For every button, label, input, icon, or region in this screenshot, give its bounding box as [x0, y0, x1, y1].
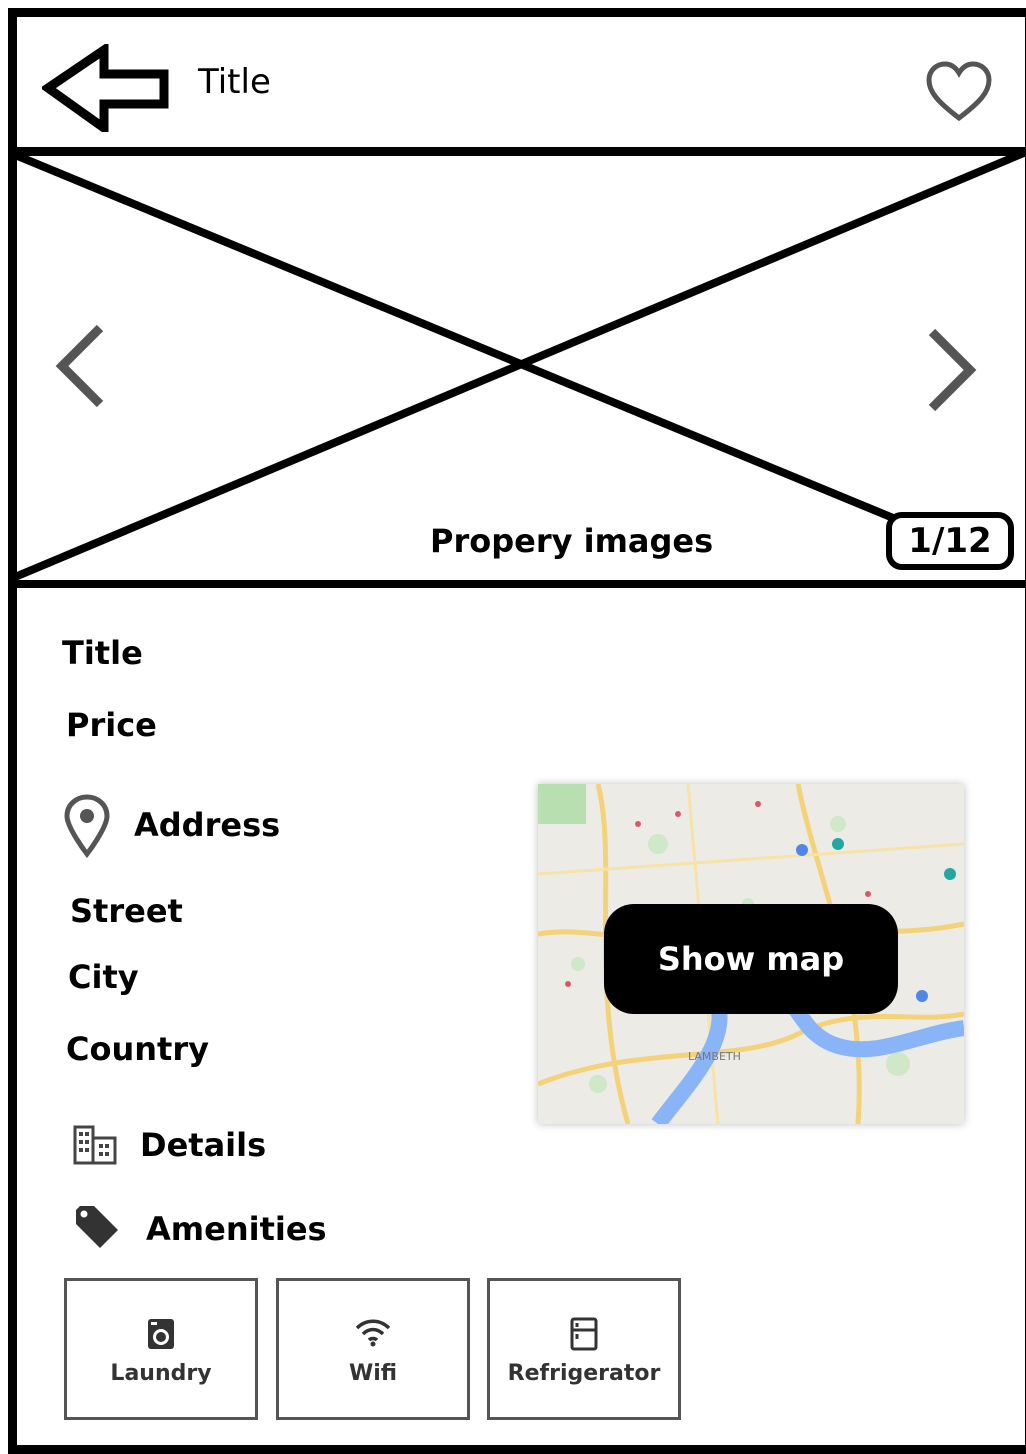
wifi-icon: [355, 1319, 391, 1347]
amenity-laundry[interactable]: Laundry: [64, 1278, 258, 1420]
address-heading: Address: [134, 806, 281, 844]
top-app-bar: Title: [8, 8, 1026, 156]
gallery-caption: Propery images: [428, 522, 716, 560]
tag-icon: [76, 1206, 118, 1248]
address-city: City: [68, 958, 139, 996]
listing-price: Price: [66, 706, 157, 744]
back-arrow-icon[interactable]: [42, 44, 172, 132]
address-country: Country: [66, 1030, 209, 1068]
amenity-label: Wifi: [348, 1361, 398, 1386]
chevron-right-icon[interactable]: [918, 322, 988, 422]
building-icon: [73, 1125, 117, 1165]
show-map-button[interactable]: Show map: [604, 904, 898, 1014]
refrigerator-icon: [570, 1317, 598, 1351]
address-street: Street: [70, 892, 183, 930]
map-place-label: LAMBETH: [688, 1050, 741, 1063]
heart-icon[interactable]: [924, 60, 994, 124]
location-pin-icon: [64, 794, 110, 858]
details-heading: Details: [140, 1126, 267, 1164]
gallery-divider: [8, 580, 1026, 588]
header-title: Title: [198, 62, 271, 102]
amenities-heading: Amenities: [146, 1210, 327, 1248]
amenity-label: Laundry: [110, 1361, 212, 1386]
amenity-wifi[interactable]: Wifi: [276, 1278, 470, 1420]
amenity-label: Refrigerator: [507, 1361, 661, 1386]
image-counter-badge: 1/12: [886, 512, 1014, 570]
amenity-refrigerator[interactable]: Refrigerator: [487, 1278, 681, 1420]
washing-machine-icon: [148, 1319, 174, 1349]
listing-title: Title: [62, 634, 143, 672]
chevron-left-icon[interactable]: [44, 318, 114, 418]
